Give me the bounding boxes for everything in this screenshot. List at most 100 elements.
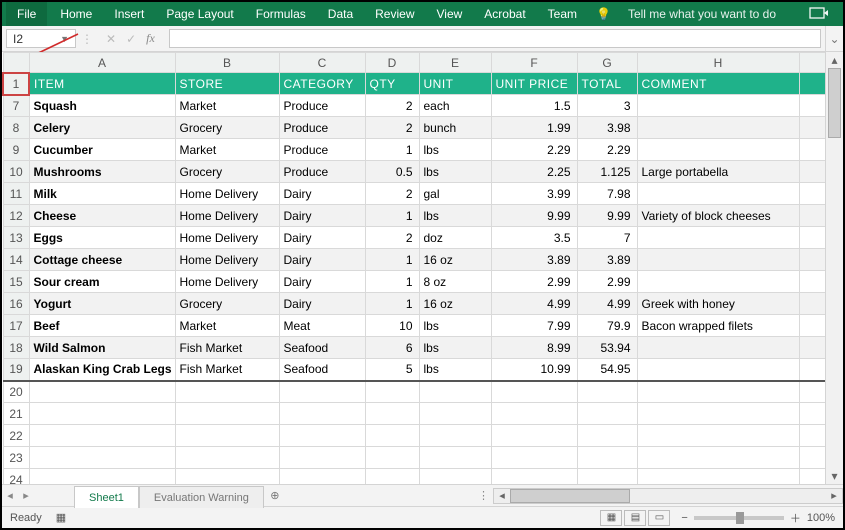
cell[interactable]: Large portabella	[637, 161, 799, 183]
cell[interactable]: Grocery	[175, 293, 279, 315]
cell[interactable]	[799, 403, 825, 425]
cell[interactable]	[175, 425, 279, 447]
cell[interactable]	[491, 469, 577, 485]
cell[interactable]	[577, 425, 637, 447]
cell[interactable]: Seafood	[279, 337, 365, 359]
cell[interactable]: lbs	[419, 161, 491, 183]
view-page-layout-icon[interactable]: ▤	[624, 510, 646, 526]
formula-expand-icon[interactable]: ⌄	[825, 26, 843, 51]
cell[interactable]: 8.99	[491, 337, 577, 359]
data-row[interactable]: 17BeefMarketMeat10lbs7.9979.9Bacon wrapp…	[3, 315, 825, 337]
column-header[interactable]: H	[637, 53, 799, 73]
cell[interactable]	[799, 227, 825, 249]
cell[interactable]: Dairy	[279, 227, 365, 249]
cell[interactable]	[577, 403, 637, 425]
cell[interactable]	[637, 381, 799, 403]
cell[interactable]: 3	[577, 95, 637, 117]
cell[interactable]: Beef	[29, 315, 175, 337]
cell[interactable]: Dairy	[279, 205, 365, 227]
cell[interactable]: Variety of block cheeses	[637, 205, 799, 227]
cell[interactable]: 10	[365, 315, 419, 337]
column-headers[interactable]: ABCDEFGH	[3, 53, 825, 73]
cell[interactable]: lbs	[419, 205, 491, 227]
formula-input[interactable]	[169, 29, 821, 48]
cell[interactable]: 2.29	[491, 139, 577, 161]
cell[interactable]	[175, 447, 279, 469]
cell[interactable]: Grocery	[175, 117, 279, 139]
row-header[interactable]: 13	[3, 227, 29, 249]
cell[interactable]: each	[419, 95, 491, 117]
cell[interactable]	[637, 117, 799, 139]
data-row[interactable]: 16YogurtGroceryDairy116 oz4.994.99Greek …	[3, 293, 825, 315]
cell[interactable]	[29, 381, 175, 403]
cell[interactable]	[491, 425, 577, 447]
data-row[interactable]: 19Alaskan King Crab LegsFish MarketSeafo…	[3, 359, 825, 381]
vertical-scrollbar[interactable]: ▴ ▾	[825, 52, 843, 484]
empty-row[interactable]: 23	[3, 447, 825, 469]
cell[interactable]: Meat	[279, 315, 365, 337]
cell[interactable]	[491, 403, 577, 425]
data-row[interactable]: 8CeleryGroceryProduce2bunch1.993.98	[3, 117, 825, 139]
ribbon-tab-formulas[interactable]: Formulas	[245, 2, 317, 26]
cell[interactable]: 2.99	[491, 271, 577, 293]
scroll-down-icon[interactable]: ▾	[826, 468, 843, 484]
cell[interactable]: 10.99	[491, 359, 577, 381]
cell[interactable]	[491, 447, 577, 469]
cell[interactable]	[365, 469, 419, 485]
select-all-corner[interactable]	[3, 53, 29, 73]
cell[interactable]: 3.89	[577, 249, 637, 271]
zoom-level[interactable]: 100%	[807, 512, 835, 524]
cell[interactable]	[637, 403, 799, 425]
row-header[interactable]: 14	[3, 249, 29, 271]
data-row[interactable]: 13EggsHome DeliveryDairy2doz3.57	[3, 227, 825, 249]
cell[interactable]	[799, 337, 825, 359]
cell[interactable]	[637, 271, 799, 293]
cell[interactable]	[577, 469, 637, 485]
grid[interactable]: ABCDEFGH 1ITEMSTORECATEGORYQTYUNITUNIT P…	[2, 52, 825, 484]
cell[interactable]: 1.5	[491, 95, 577, 117]
view-normal-icon[interactable]: ▦	[600, 510, 622, 526]
row-header[interactable]: 1	[3, 73, 29, 95]
cell[interactable]: 3.5	[491, 227, 577, 249]
share-icon[interactable]	[809, 6, 829, 23]
cell[interactable]: Market	[175, 315, 279, 337]
cell[interactable]: Alaskan King Crab Legs	[29, 359, 175, 381]
hscrollbar-thumb[interactable]	[510, 489, 630, 503]
cell[interactable]: Wild Salmon	[29, 337, 175, 359]
cell[interactable]	[29, 425, 175, 447]
cell[interactable]: Bacon wrapped filets	[637, 315, 799, 337]
cell[interactable]: Home Delivery	[175, 183, 279, 205]
zoom-slider[interactable]	[694, 516, 784, 520]
cell[interactable]	[637, 469, 799, 485]
tell-me-input[interactable]: Tell me what you want to do	[617, 2, 787, 26]
cell[interactable]	[419, 403, 491, 425]
cell[interactable]: 1	[365, 293, 419, 315]
cell[interactable]	[799, 117, 825, 139]
cell[interactable]: 3.99	[491, 183, 577, 205]
cell[interactable]: 53.94	[577, 337, 637, 359]
row-header[interactable]: 22	[3, 425, 29, 447]
cell[interactable]: 1	[365, 249, 419, 271]
cell[interactable]: 6	[365, 337, 419, 359]
row-header[interactable]: 19	[3, 359, 29, 381]
data-row[interactable]: 10MushroomsGroceryProduce0.5lbs2.251.125…	[3, 161, 825, 183]
cell[interactable]: Squash	[29, 95, 175, 117]
cell[interactable]	[29, 447, 175, 469]
cell[interactable]: 9.99	[491, 205, 577, 227]
cell[interactable]	[175, 469, 279, 485]
cell[interactable]	[637, 425, 799, 447]
cell[interactable]: lbs	[419, 359, 491, 381]
cell[interactable]	[279, 469, 365, 485]
cell[interactable]	[799, 139, 825, 161]
row-header[interactable]: 20	[3, 381, 29, 403]
cell[interactable]: 2	[365, 117, 419, 139]
cell[interactable]: 2	[365, 227, 419, 249]
header-cell[interactable]: UNIT	[419, 73, 491, 95]
sheet-tab-active[interactable]: Sheet1	[74, 486, 139, 508]
cell[interactable]: Produce	[279, 117, 365, 139]
cancel-icon[interactable]: ✕	[106, 32, 116, 46]
cell[interactable]: Dairy	[279, 183, 365, 205]
empty-row[interactable]: 22	[3, 425, 825, 447]
cell[interactable]	[799, 315, 825, 337]
cell[interactable]: 4.99	[491, 293, 577, 315]
